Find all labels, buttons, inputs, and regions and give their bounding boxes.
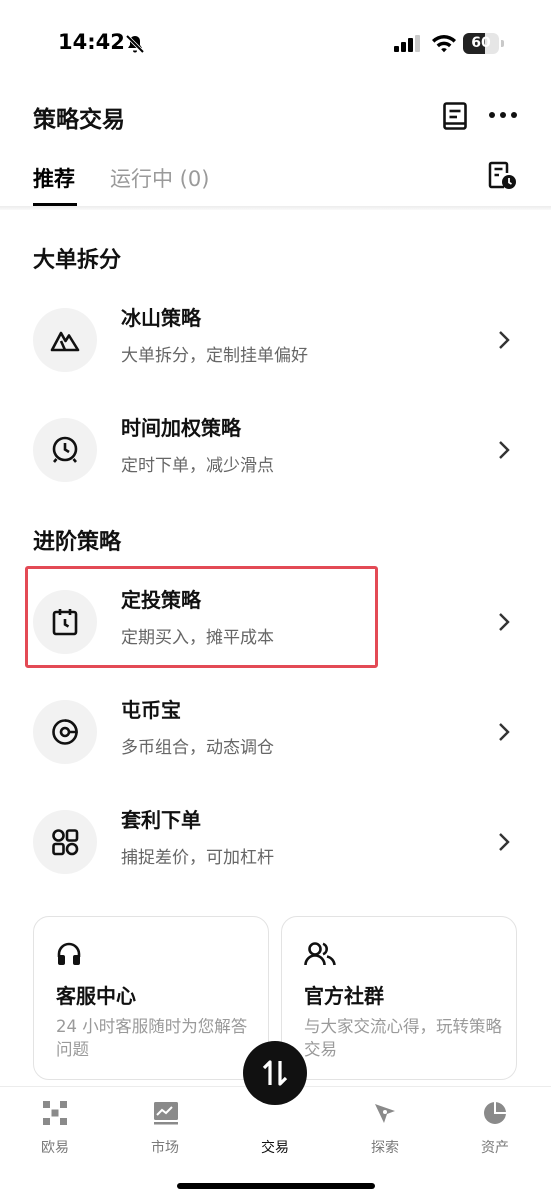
strategy-name: 套利下单 <box>121 808 201 832</box>
nav-item-explore[interactable]: 探索 <box>345 1097 425 1157</box>
coin-pie-icon <box>52 719 78 745</box>
clock-icon <box>52 436 78 463</box>
iceberg-icon <box>50 331 80 352</box>
strategy-name: 定投策略 <box>121 588 201 612</box>
nav-item-assets[interactable]: 资产 <box>455 1097 535 1157</box>
nav-label: 欧易 <box>41 1140 69 1156</box>
card-title: 客服中心 <box>56 984 136 1008</box>
strategy-name: 时间加权策略 <box>121 416 241 440</box>
strategy-desc: 大单拆分，定制挂单偏好 <box>121 346 308 366</box>
community-icon <box>304 942 336 966</box>
battery-icon: 60 <box>463 33 504 54</box>
nav-label: 交易 <box>261 1140 289 1156</box>
chevron-right-icon <box>499 613 510 631</box>
strategy-item-coin-bao[interactable]: 屯币宝 多币组合，动态调仓 <box>0 688 551 784</box>
trade-fab-button[interactable] <box>243 1041 307 1105</box>
status-time: 14:42 <box>58 30 125 54</box>
document-icon[interactable] <box>443 102 467 130</box>
tab-recommended[interactable]: 推荐 <box>33 163 75 193</box>
okx-logo-icon <box>43 1101 67 1125</box>
cellular-signal-icon <box>394 35 420 52</box>
bell-slash-icon <box>125 34 145 54</box>
calendar-clock-icon <box>52 609 78 636</box>
strategy-item-twap[interactable]: 时间加权策略 定时下单，减少滑点 <box>0 406 551 502</box>
section-title-large-order: 大单拆分 <box>33 248 122 273</box>
home-indicator <box>177 1183 375 1189</box>
strategy-name: 屯币宝 <box>121 698 181 722</box>
page-title: 策略交易 <box>33 107 125 133</box>
wifi-icon <box>432 35 456 53</box>
arbitrage-icon <box>52 829 79 856</box>
nav-label: 探索 <box>371 1140 399 1156</box>
card-title: 官方社群 <box>304 984 384 1008</box>
chevron-right-icon <box>499 331 510 349</box>
strategy-item-arbitrage[interactable]: 套利下单 捕捉差价，可加杠杆 <box>0 798 551 894</box>
market-chart-icon <box>154 1102 178 1125</box>
strategy-desc: 捕捉差价，可加杠杆 <box>121 848 274 868</box>
strategy-desc: 定时下单，减少滑点 <box>121 456 274 476</box>
compass-icon <box>375 1104 395 1123</box>
strategy-desc: 多币组合，动态调仓 <box>121 738 274 758</box>
strategy-desc: 定期买入，摊平成本 <box>121 628 274 648</box>
tabs-divider <box>0 206 551 210</box>
nav-label: 市场 <box>151 1140 179 1156</box>
section-title-advanced: 进阶策略 <box>33 530 122 555</box>
chevron-right-icon <box>499 833 510 851</box>
more-icon[interactable] <box>488 110 518 120</box>
nav-item-trade[interactable]: 交易 <box>235 1097 315 1157</box>
nav-item-okx[interactable]: 欧易 <box>15 1097 95 1157</box>
customer-service-card[interactable]: 客服中心 24 小时客服随时为您解答问题 <box>33 916 269 1080</box>
trade-swap-icon <box>262 1060 288 1086</box>
nav-item-market[interactable]: 市场 <box>125 1097 205 1157</box>
strategy-item-dca[interactable]: 定投策略 定期买入，摊平成本 <box>0 578 551 674</box>
community-card[interactable]: 官方社群 与大家交流心得，玩转策略交易 <box>281 916 517 1080</box>
order-history-icon[interactable] <box>487 161 517 191</box>
strategy-item-iceberg[interactable]: 冰山策略 大单拆分，定制挂单偏好 <box>0 296 551 392</box>
card-desc: 24 小时客服随时为您解答问题 <box>56 1017 248 1059</box>
chevron-right-icon <box>499 723 510 741</box>
strategy-name: 冰山策略 <box>121 306 201 330</box>
battery-level: 60 <box>471 35 491 51</box>
tab-running[interactable]: 运行中 (0) <box>110 163 209 193</box>
nav-label: 资产 <box>481 1140 509 1156</box>
headset-icon <box>57 942 81 965</box>
pie-chart-icon <box>484 1102 506 1124</box>
card-desc: 与大家交流心得，玩转策略交易 <box>304 1017 502 1059</box>
chevron-right-icon <box>499 441 510 459</box>
status-bar: 14:42 60 <box>0 0 551 90</box>
